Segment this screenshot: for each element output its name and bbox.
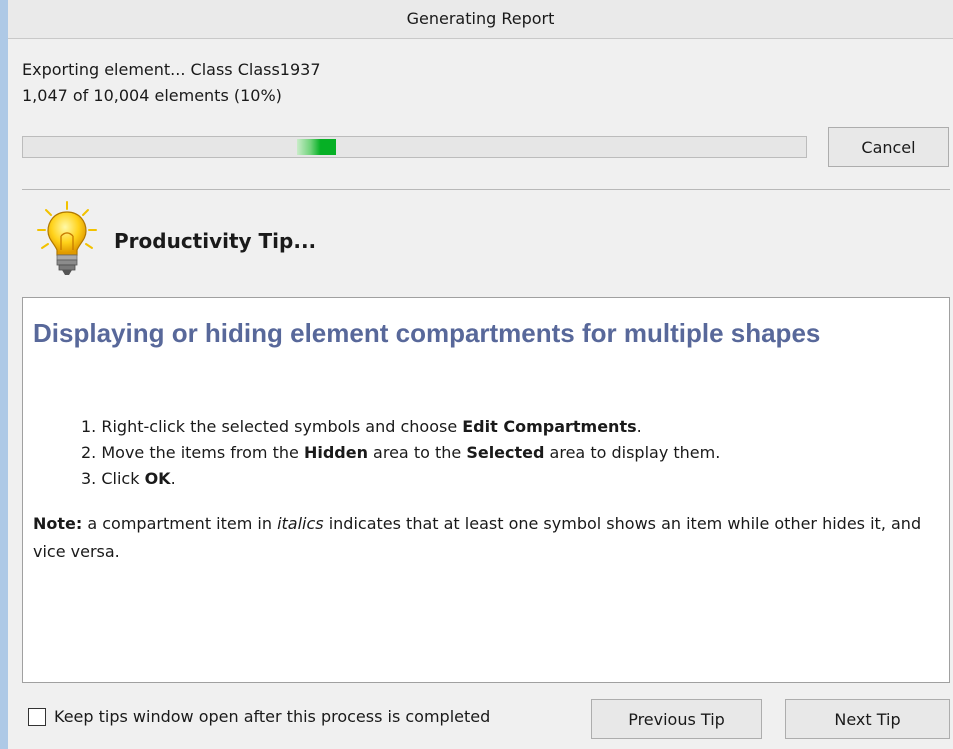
list-item: 3. Click OK. — [81, 469, 176, 488]
progress-bar — [22, 136, 807, 158]
tip-content-panel: Displaying or hiding element compartment… — [22, 297, 950, 683]
export-count-text: 1,047 of 10,004 elements (10%) — [22, 86, 282, 105]
previous-tip-button[interactable]: Previous Tip — [591, 699, 762, 739]
keep-tips-open-label[interactable]: Keep tips window open after this process… — [54, 707, 490, 726]
divider — [22, 189, 950, 190]
window-title: Generating Report — [8, 0, 953, 39]
export-status-text: Exporting element... Class Class1937 — [22, 60, 321, 79]
progress-bar-fill — [297, 139, 336, 155]
lightbulb-icon — [37, 201, 97, 275]
list-item: 2. Move the items from the Hidden area t… — [81, 443, 721, 462]
tip-note: Note: a compartment item in italics indi… — [33, 514, 922, 561]
generating-report-dialog: Generating Report Exporting element... C… — [0, 0, 953, 749]
cancel-button[interactable]: Cancel — [828, 127, 949, 167]
tip-title: Displaying or hiding element compartment… — [33, 318, 821, 348]
next-tip-button[interactable]: Next Tip — [785, 699, 950, 739]
tip-steps-list: 1. Right-click the selected symbols and … — [81, 414, 720, 492]
keep-tips-open-checkbox[interactable] — [28, 708, 46, 726]
productivity-tip-heading: Productivity Tip... — [114, 229, 317, 253]
list-item: 1. Right-click the selected symbols and … — [81, 417, 642, 436]
